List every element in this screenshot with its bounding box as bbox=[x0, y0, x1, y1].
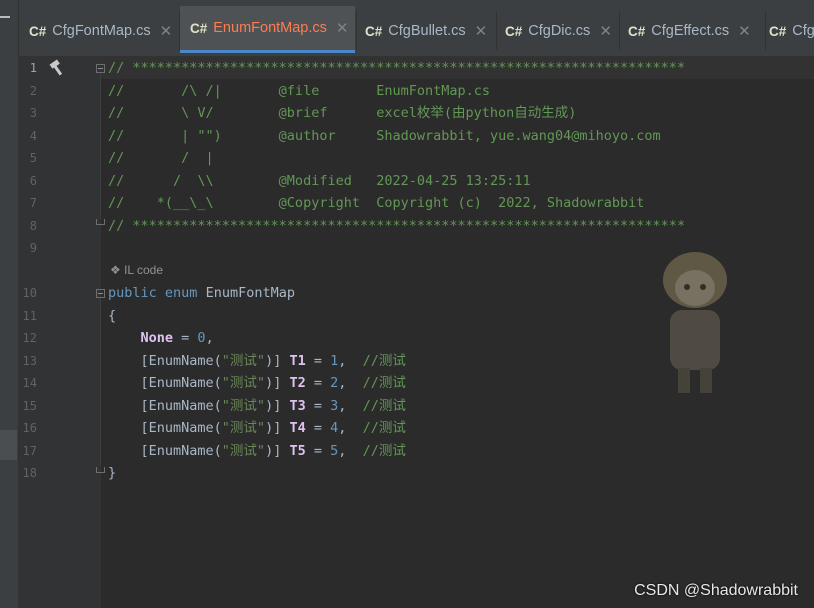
close-icon[interactable]: ✕ bbox=[336, 19, 349, 37]
enum-member: T5 bbox=[289, 443, 306, 459]
line-number: 17 bbox=[22, 444, 37, 458]
code-line: // *(__\_\ @Copyright Copyright (c) 2022… bbox=[108, 195, 645, 211]
code-line: None = 0, bbox=[140, 330, 214, 346]
code-line: // *************************************… bbox=[108, 218, 686, 234]
tab-cfgeffect[interactable]: C# CfgEffect.cs ✕ bbox=[628, 6, 751, 56]
line-number: 12 bbox=[22, 331, 37, 345]
csharp-file-icon: C# bbox=[769, 23, 787, 39]
line-number: 8 bbox=[29, 219, 37, 233]
line-comment: //测试 bbox=[362, 353, 406, 369]
code-line: // \ V/ @brief excel枚举(由python自动生成) bbox=[108, 105, 577, 121]
line-number: 10 bbox=[22, 286, 37, 300]
line-number: 9 bbox=[29, 241, 37, 255]
tool-window-strip bbox=[0, 0, 19, 608]
close-icon[interactable]: ✕ bbox=[738, 22, 751, 40]
hammer-icon[interactable] bbox=[48, 59, 66, 77]
tab-cfgfontmap[interactable]: C# CfgFontMap.cs ✕ bbox=[29, 6, 172, 56]
tab-cfg-truncated[interactable]: C# Cfg bbox=[769, 6, 814, 56]
csharp-file-icon: C# bbox=[365, 23, 383, 39]
enum-member: T4 bbox=[289, 420, 306, 436]
code-line: // / \\ @Modified 2022-04-25 13:25:11 bbox=[108, 173, 531, 189]
enum-member: T3 bbox=[289, 398, 306, 414]
keyword: enum bbox=[164, 285, 198, 301]
code-line: [EnumName("测试")] T3 = 3, //测试 bbox=[140, 398, 406, 414]
tab-cfgdic[interactable]: C# CfgDic.cs ✕ bbox=[505, 6, 612, 56]
tab-enumfontmap[interactable]: C# EnumFontMap.cs ✕ bbox=[180, 6, 355, 53]
code-line: [EnumName("测试")] T5 = 5, //测试 bbox=[140, 443, 406, 459]
code-line: { bbox=[108, 308, 117, 324]
tab-label: Cfg bbox=[792, 23, 814, 39]
line-number: 16 bbox=[22, 421, 37, 435]
line-comment: //测试 bbox=[362, 443, 406, 459]
fold-toggle-icon[interactable] bbox=[96, 289, 105, 298]
line-number: 6 bbox=[29, 174, 37, 188]
close-icon[interactable]: ✕ bbox=[160, 22, 173, 40]
line-comment: //测试 bbox=[362, 420, 406, 436]
code-line: [EnumName("测试")] T2 = 2, //测试 bbox=[140, 375, 406, 391]
line-number: 4 bbox=[29, 129, 37, 143]
tab-label: EnumFontMap.cs bbox=[213, 20, 327, 36]
csdn-watermark: CSDN @Shadowrabbit bbox=[634, 582, 798, 599]
csharp-file-icon: C# bbox=[29, 23, 47, 39]
enum-member: T1 bbox=[289, 353, 306, 369]
enum-member: T2 bbox=[289, 375, 306, 391]
close-icon[interactable]: ✕ bbox=[599, 22, 612, 40]
tool-window-selected[interactable] bbox=[0, 430, 17, 460]
string-literal: "测试" bbox=[221, 375, 266, 391]
il-code-label: IL code bbox=[124, 263, 164, 277]
string-literal: "测试" bbox=[221, 353, 266, 369]
line-number: 18 bbox=[22, 466, 37, 480]
csharp-file-icon: C# bbox=[628, 23, 646, 39]
code-line: // *************************************… bbox=[108, 60, 686, 76]
code-line: // / | bbox=[108, 150, 214, 166]
string-literal: "测试" bbox=[221, 443, 266, 459]
fold-end-icon[interactable] bbox=[96, 467, 105, 473]
code-line: [EnumName("测试")] T4 = 4, //测试 bbox=[140, 420, 406, 436]
close-icon[interactable]: ✕ bbox=[475, 22, 488, 40]
tab-label: CfgDic.cs bbox=[528, 23, 591, 39]
string-literal: "测试" bbox=[221, 420, 266, 436]
tab-label: CfgBullet.cs bbox=[388, 23, 466, 39]
editor-tab-bar: C# CfgFontMap.cs ✕ C# EnumFontMap.cs ✕ C… bbox=[19, 0, 814, 57]
line-number: 13 bbox=[22, 354, 37, 368]
line-number: 5 bbox=[29, 151, 37, 165]
tab-cfgbullet[interactable]: C# CfgBullet.cs ✕ bbox=[365, 6, 487, 56]
code-line: [EnumName("测试")] T1 = 1, //测试 bbox=[140, 353, 406, 369]
il-code-hint[interactable]: ❖ IL code bbox=[110, 263, 163, 277]
line-comment: //测试 bbox=[362, 375, 406, 391]
line-number: 1 bbox=[29, 61, 37, 75]
line-number: 11 bbox=[22, 309, 37, 323]
line-number: 3 bbox=[29, 106, 37, 120]
minimize-icon[interactable] bbox=[0, 16, 10, 18]
line-number: 15 bbox=[22, 399, 37, 413]
code-line: } bbox=[108, 465, 117, 481]
fold-end-icon[interactable] bbox=[96, 219, 105, 225]
csharp-file-icon: C# bbox=[190, 20, 208, 36]
tab-label: CfgEffect.cs bbox=[651, 23, 730, 39]
line-comment: //测试 bbox=[362, 398, 406, 414]
line-number: 7 bbox=[29, 196, 37, 210]
code-line: // | "") @author Shadowrabbit, yue.wang0… bbox=[108, 128, 661, 144]
number-literal: 0 bbox=[197, 330, 206, 346]
fold-toggle-icon[interactable] bbox=[96, 64, 105, 73]
csharp-file-icon: C# bbox=[505, 23, 523, 39]
enum-member: None bbox=[140, 330, 174, 346]
tab-label: CfgFontMap.cs bbox=[52, 23, 151, 39]
code-line: public enum EnumFontMap bbox=[108, 282, 295, 304]
code-line: // /\ /| @file EnumFontMap.cs bbox=[108, 83, 491, 99]
type-name: EnumFontMap bbox=[205, 285, 295, 301]
string-literal: "测试" bbox=[221, 398, 266, 414]
keyword: public bbox=[108, 285, 157, 301]
background-character-image bbox=[663, 252, 727, 393]
line-number: 14 bbox=[22, 376, 37, 390]
line-number: 2 bbox=[29, 84, 37, 98]
